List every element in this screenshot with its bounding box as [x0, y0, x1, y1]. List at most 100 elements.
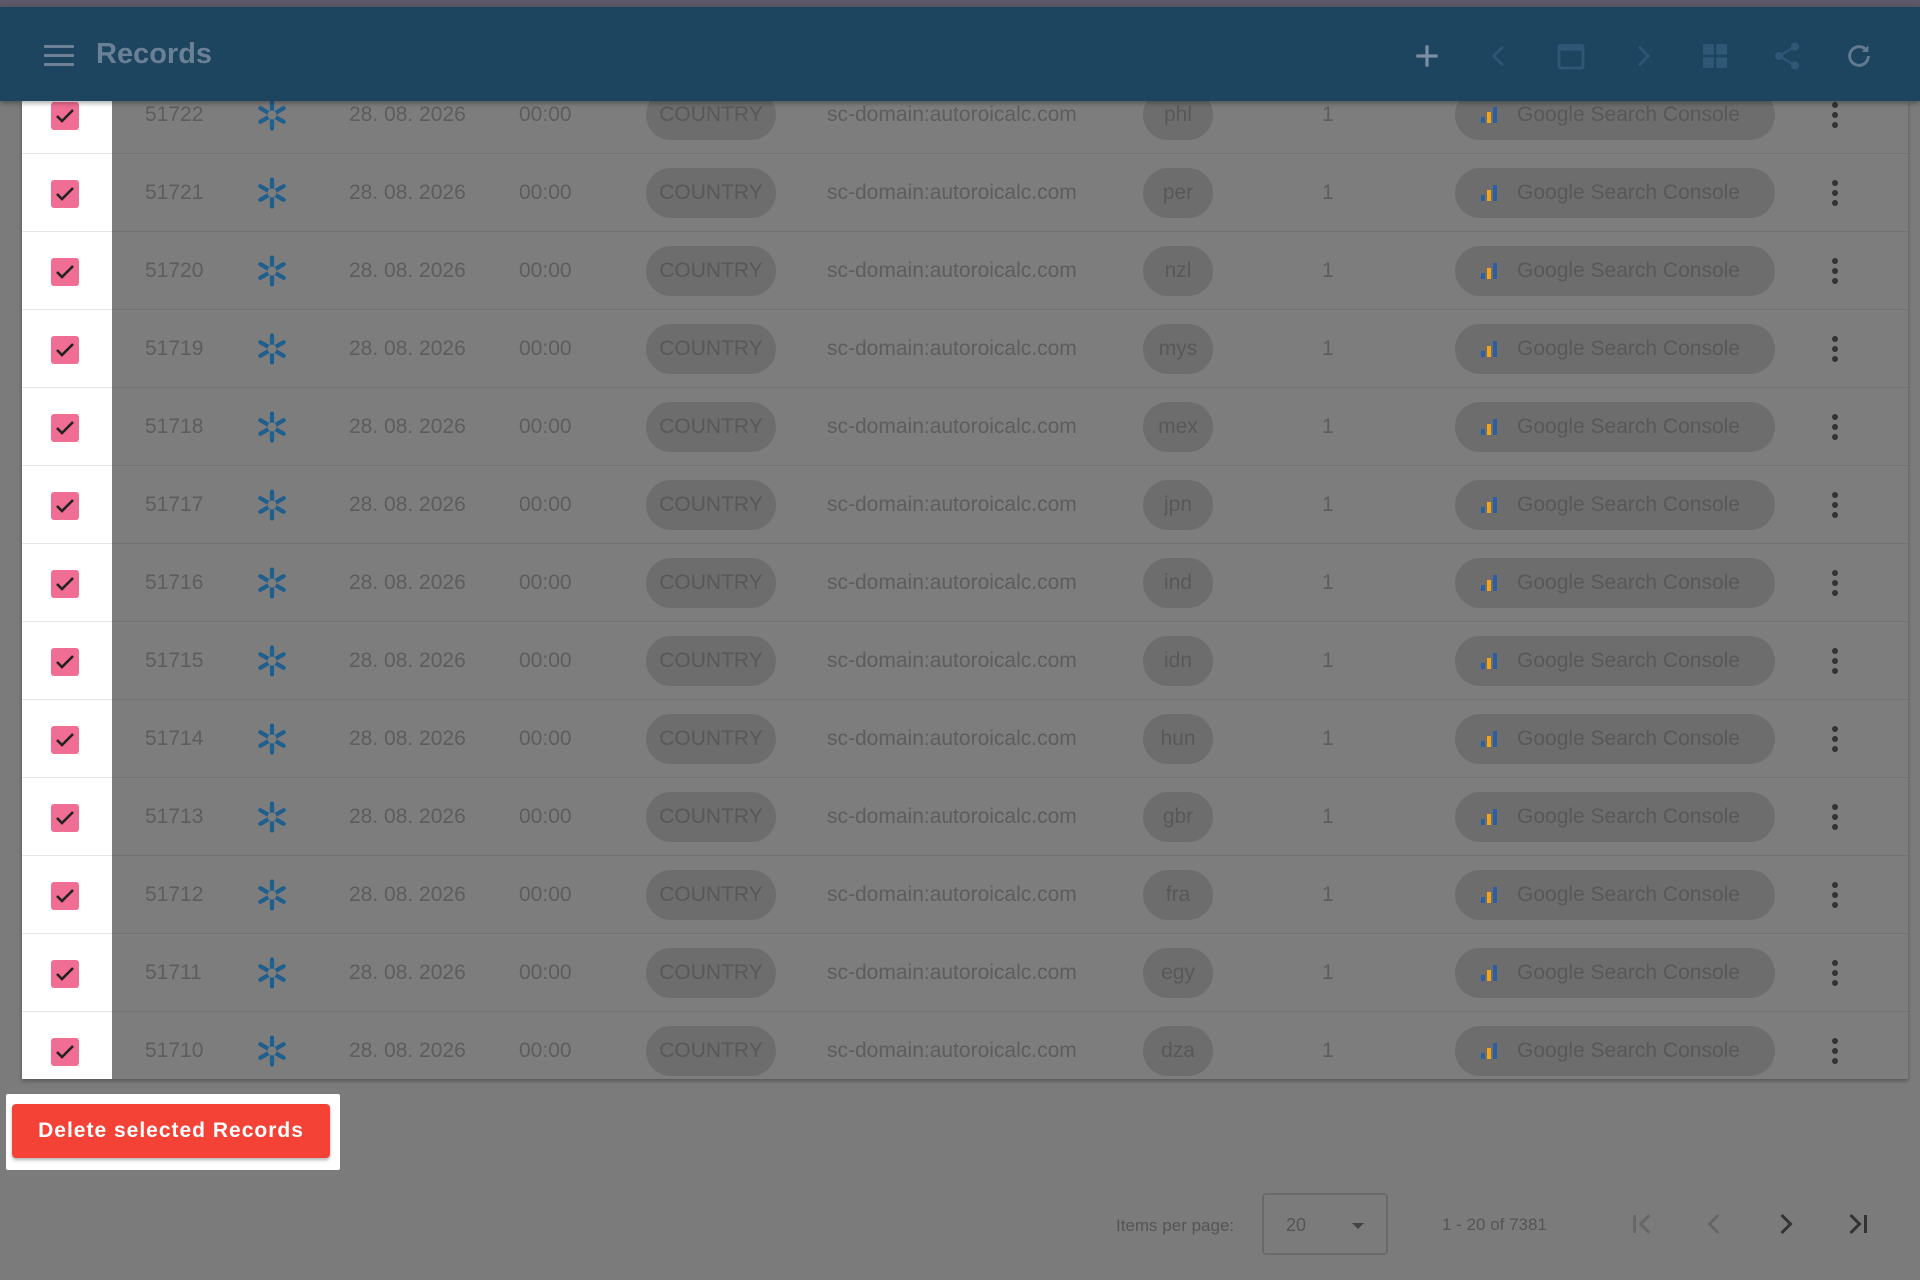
country-chip: idn [1143, 636, 1213, 686]
row-checkbox[interactable] [51, 102, 79, 130]
more-vert-icon[interactable] [1832, 180, 1840, 206]
chevron-down-icon [1352, 1223, 1364, 1229]
row-checkbox[interactable] [51, 414, 79, 442]
asterisk-icon [258, 723, 286, 755]
more-vert-icon[interactable] [1832, 726, 1840, 752]
table-row[interactable]: 51713 28. 08. 2026 00:00 COUNTRY sc-doma… [22, 778, 1908, 856]
delete-selected-button[interactable]: Delete selected Records [12, 1104, 330, 1158]
source-chip: Google Search Console [1455, 324, 1775, 374]
more-vert-icon[interactable] [1832, 414, 1840, 440]
check-icon [56, 967, 74, 981]
more-vert-icon[interactable] [1832, 1038, 1840, 1064]
type-chip: COUNTRY [646, 558, 776, 608]
items-per-page-select[interactable]: 20 [1262, 1193, 1388, 1255]
calendar-icon[interactable] [1551, 36, 1591, 76]
more-vert-icon[interactable] [1832, 570, 1840, 596]
row-checkbox[interactable] [51, 960, 79, 988]
source-chip: Google Search Console [1455, 480, 1775, 530]
paginator: Items per page: 20 1 - 20 of 7381 [0, 1180, 1920, 1280]
country-chip: per [1143, 168, 1213, 218]
source-chip: Google Search Console [1455, 168, 1775, 218]
source-label: Google Search Console [1517, 415, 1740, 438]
first-page-icon[interactable] [1624, 1206, 1660, 1242]
check-icon [56, 109, 74, 123]
refresh-icon[interactable] [1839, 36, 1879, 76]
more-vert-icon[interactable] [1832, 258, 1840, 284]
source-chip: Google Search Console [1455, 792, 1775, 842]
asterisk-icon [258, 255, 286, 287]
row-checkbox[interactable] [51, 258, 79, 286]
check-icon [56, 889, 74, 903]
row-checkbox[interactable] [51, 648, 79, 676]
more-vert-icon[interactable] [1832, 804, 1840, 830]
table-row[interactable]: 51719 28. 08. 2026 00:00 COUNTRY sc-doma… [22, 310, 1908, 388]
check-icon [56, 343, 74, 357]
asterisk-icon [258, 411, 286, 443]
chevron-left-icon[interactable] [1479, 36, 1519, 76]
table-row[interactable]: 51721 28. 08. 2026 00:00 COUNTRY sc-doma… [22, 154, 1908, 232]
share-icon[interactable] [1767, 36, 1807, 76]
country-chip: mys [1143, 324, 1213, 374]
country-chip: mex [1143, 402, 1213, 452]
table-row[interactable]: 51714 28. 08. 2026 00:00 COUNTRY sc-doma… [22, 700, 1908, 778]
record-domain: sc-domain:autoroicalc.com [827, 883, 1077, 906]
more-vert-icon[interactable] [1832, 336, 1840, 362]
chevron-right-icon[interactable] [1623, 36, 1663, 76]
previous-page-icon[interactable] [1696, 1206, 1732, 1242]
last-page-icon[interactable] [1840, 1206, 1876, 1242]
source-label: Google Search Console [1517, 649, 1740, 672]
table-row[interactable]: 51722 28. 08. 2026 00:00 COUNTRY sc-doma… [22, 101, 1908, 154]
row-checkbox[interactable] [51, 570, 79, 598]
record-domain: sc-domain:autoroicalc.com [827, 259, 1077, 282]
more-vert-icon[interactable] [1832, 882, 1840, 908]
table-row[interactable]: 51718 28. 08. 2026 00:00 COUNTRY sc-doma… [22, 388, 1908, 466]
record-id: 51722 [145, 103, 204, 126]
items-per-page-value: 20 [1286, 1215, 1307, 1235]
type-chip: COUNTRY [646, 792, 776, 842]
table-row[interactable]: 51720 28. 08. 2026 00:00 COUNTRY sc-doma… [22, 232, 1908, 310]
table-row[interactable]: 51710 28. 08. 2026 00:00 COUNTRY sc-doma… [22, 1012, 1908, 1079]
more-vert-icon[interactable] [1832, 960, 1840, 986]
table-row[interactable]: 51712 28. 08. 2026 00:00 COUNTRY sc-doma… [22, 856, 1908, 934]
record-time: 00:00 [519, 259, 572, 282]
table-row[interactable]: 51717 28. 08. 2026 00:00 COUNTRY sc-doma… [22, 466, 1908, 544]
source-chip: Google Search Console [1455, 246, 1775, 296]
table-row[interactable]: 51715 28. 08. 2026 00:00 COUNTRY sc-doma… [22, 622, 1908, 700]
source-chip: Google Search Console [1455, 101, 1775, 140]
select-cell [22, 622, 112, 700]
country-chip: ind [1143, 558, 1213, 608]
row-checkbox[interactable] [51, 336, 79, 364]
record-time: 00:00 [519, 415, 572, 438]
record-time: 00:00 [519, 805, 572, 828]
select-cell [22, 856, 112, 934]
table-row[interactable]: 51716 28. 08. 2026 00:00 COUNTRY sc-doma… [22, 544, 1908, 622]
select-cell [22, 544, 112, 622]
analytics-icon [1481, 419, 1497, 435]
row-checkbox[interactable] [51, 882, 79, 910]
more-vert-icon[interactable] [1832, 648, 1840, 674]
grid-icon[interactable] [1695, 36, 1735, 76]
record-count: 1 [1322, 181, 1334, 204]
asterisk-icon [258, 101, 286, 131]
menu-icon[interactable] [44, 45, 74, 67]
row-checkbox[interactable] [51, 1038, 79, 1066]
country-chip: egy [1143, 948, 1213, 998]
delete-action-container: Delete selected Records [6, 1094, 340, 1170]
more-vert-icon[interactable] [1832, 492, 1840, 518]
asterisk-icon [258, 567, 286, 599]
type-chip: COUNTRY [646, 636, 776, 686]
source-label: Google Search Console [1517, 571, 1740, 594]
row-checkbox[interactable] [51, 492, 79, 520]
more-vert-icon[interactable] [1832, 102, 1840, 128]
row-checkbox[interactable] [51, 180, 79, 208]
source-label: Google Search Console [1517, 493, 1740, 516]
source-chip: Google Search Console [1455, 948, 1775, 998]
table-row[interactable]: 51711 28. 08. 2026 00:00 COUNTRY sc-doma… [22, 934, 1908, 1012]
add-icon[interactable] [1407, 36, 1447, 76]
record-domain: sc-domain:autoroicalc.com [827, 727, 1077, 750]
row-checkbox[interactable] [51, 726, 79, 754]
next-page-icon[interactable] [1768, 1206, 1804, 1242]
source-label: Google Search Console [1517, 337, 1740, 360]
record-time: 00:00 [519, 883, 572, 906]
row-checkbox[interactable] [51, 804, 79, 832]
